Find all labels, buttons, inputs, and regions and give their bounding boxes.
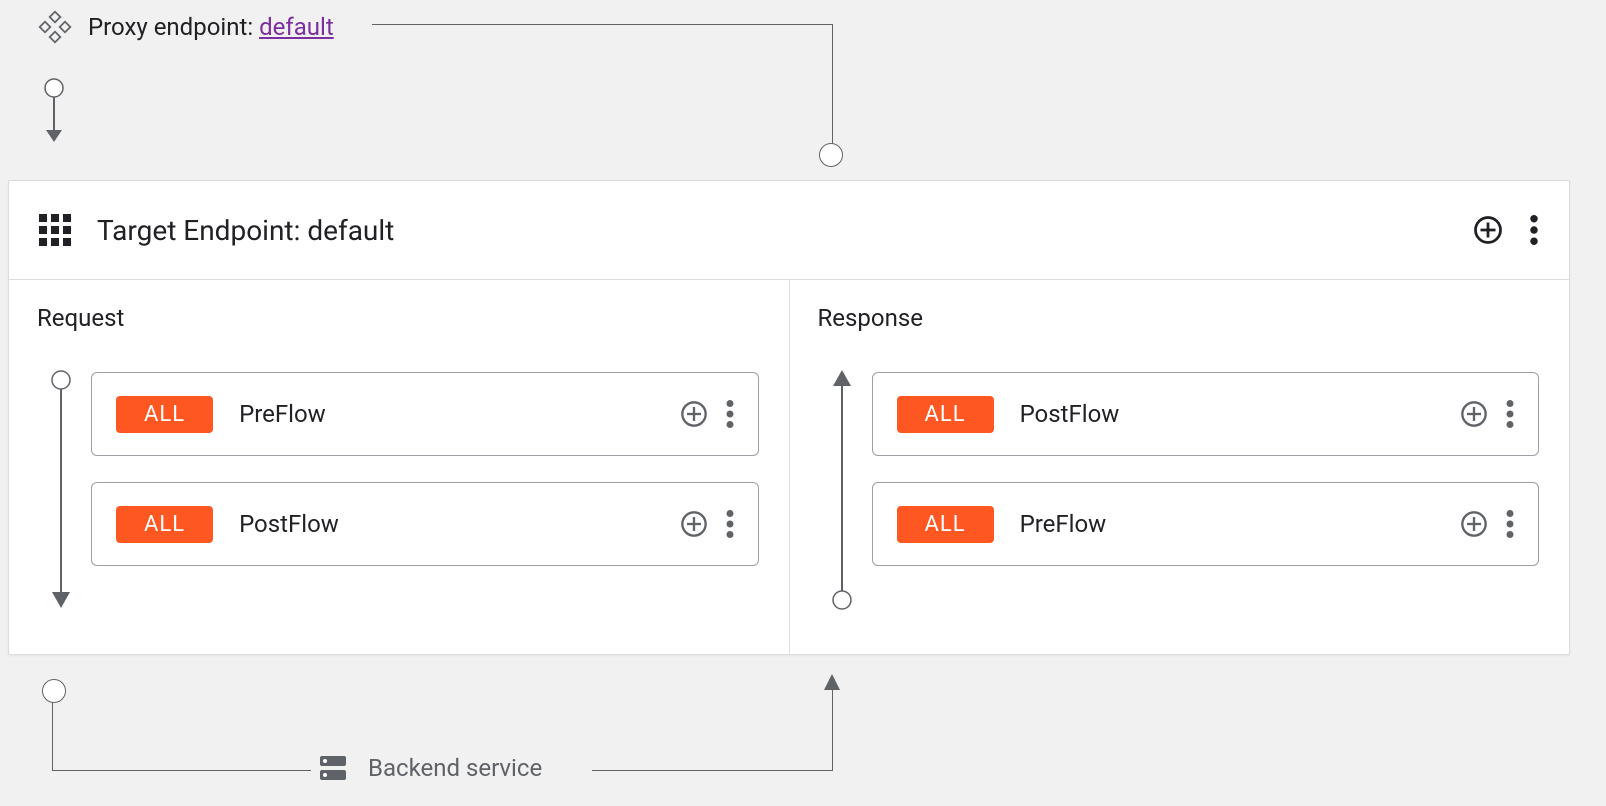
proxy-to-target-connector — [372, 24, 833, 145]
flow-name: PreFlow — [239, 400, 326, 428]
response-postflow-item[interactable]: ALL PostFlow — [872, 372, 1540, 456]
response-preflow-item[interactable]: ALL PreFlow — [872, 482, 1540, 566]
target-endpoint-header: Target Endpoint: default — [9, 181, 1569, 280]
add-step-button[interactable] — [680, 510, 708, 538]
apps-grid-icon — [39, 214, 71, 246]
request-title: Request — [33, 304, 789, 332]
request-column: Request ALL PreFlow — [9, 280, 789, 654]
server-icon — [320, 756, 346, 780]
add-step-button[interactable] — [1460, 510, 1488, 538]
target-more-menu[interactable] — [1529, 215, 1539, 245]
request-postflow-item[interactable]: ALL PostFlow — [91, 482, 759, 566]
add-step-button[interactable] — [680, 400, 708, 428]
backend-to-response-connector — [592, 690, 833, 771]
response-column: Response ALL PostFlow — [789, 280, 1570, 654]
response-title: Response — [814, 304, 1570, 332]
backend-service-label: Backend service — [320, 754, 542, 782]
flow-name: PostFlow — [1020, 400, 1120, 428]
flow-badge: ALL — [116, 396, 213, 433]
flow-badge: ALL — [897, 396, 994, 433]
request-preflow-item[interactable]: ALL PreFlow — [91, 372, 759, 456]
target-endpoint-title: Target Endpoint: default — [97, 214, 394, 247]
flow-more-menu[interactable] — [1506, 400, 1514, 428]
add-step-button[interactable] — [1460, 400, 1488, 428]
proxy-endpoint-icon — [40, 12, 70, 42]
flow-badge: ALL — [897, 506, 994, 543]
flow-name: PreFlow — [1020, 510, 1107, 538]
add-target-button[interactable] — [1473, 215, 1503, 245]
flow-more-menu[interactable] — [726, 400, 734, 428]
target-endpoint-card: Target Endpoint: default Request — [8, 180, 1570, 655]
flow-more-menu[interactable] — [726, 510, 734, 538]
proxy-endpoint-link[interactable]: default — [259, 13, 334, 41]
request-to-backend-connector — [52, 690, 311, 771]
flow-name: PostFlow — [239, 510, 339, 538]
request-flow-arrow — [49, 370, 73, 610]
flow-more-menu[interactable] — [1506, 510, 1514, 538]
flow-badge: ALL — [116, 506, 213, 543]
backend-service-text: Backend service — [368, 754, 542, 782]
proxy-flow-arrow — [42, 78, 66, 148]
proxy-endpoint-header: Proxy endpoint: default — [40, 12, 334, 42]
response-flow-arrow — [830, 370, 854, 610]
proxy-endpoint-label: Proxy endpoint: — [88, 13, 253, 41]
